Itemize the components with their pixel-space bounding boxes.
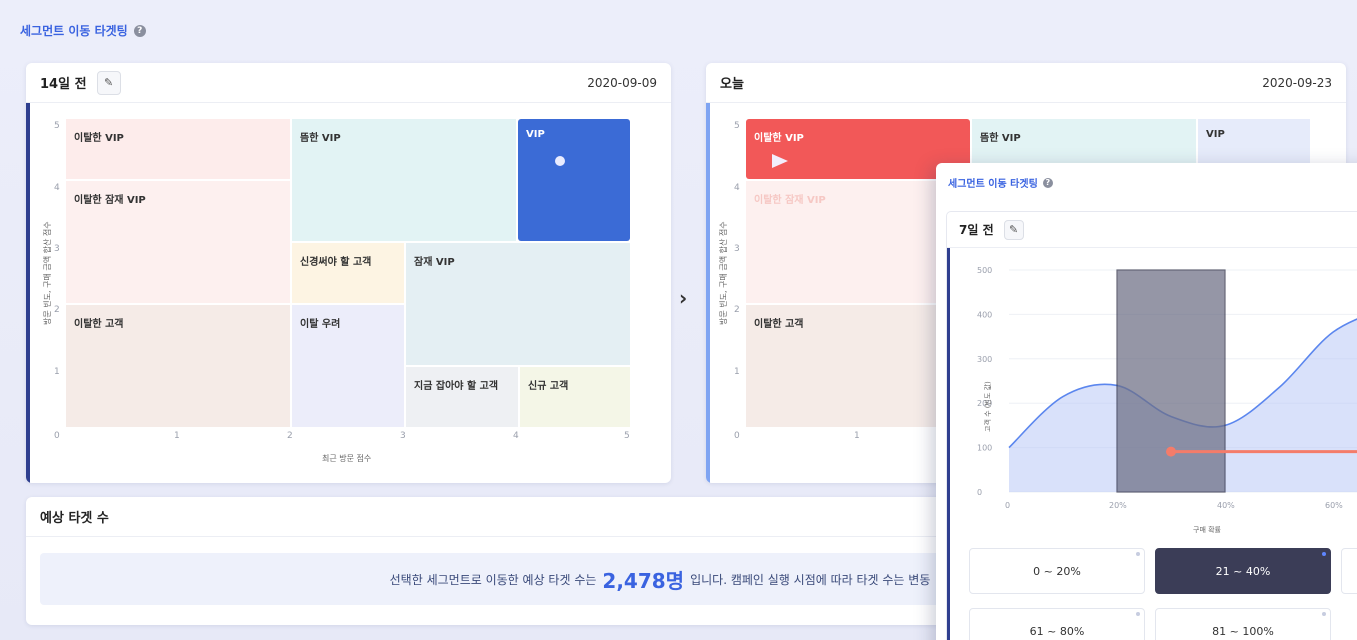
x-tick: 1 xyxy=(854,431,860,441)
y-tick: 0 xyxy=(977,488,982,497)
x-axis-label: 최근 방문 점수 xyxy=(322,454,372,463)
y-tick: 2 xyxy=(734,305,740,315)
y-tick: 1 xyxy=(54,367,60,377)
x-axis-label: 구매 확률 xyxy=(1193,526,1221,534)
highlight-bar xyxy=(1116,269,1226,493)
y-tick: 5 xyxy=(54,121,60,131)
after-panel-title: 오늘 xyxy=(720,77,744,92)
connector-dot xyxy=(1166,446,1176,457)
y-tick: 400 xyxy=(977,310,992,319)
y-axis-label: 방문 빈도, 구매 금액 합산 점수 xyxy=(719,221,728,325)
before-panel-date: 2020-09-09 xyxy=(587,75,657,90)
segment-churned-vip[interactable]: 이탈한 VIP xyxy=(66,119,290,179)
before-panel-header: 14일 전 ✎ 2020-09-09 xyxy=(26,63,671,103)
range-button-partial[interactable] xyxy=(1341,548,1357,594)
segment-potential-vip[interactable]: 잠재 VIP xyxy=(406,243,630,365)
segment-churned-potential-vip[interactable]: 이탈한 잠재 VIP xyxy=(66,181,290,303)
page-title: 세그먼트 이동 타겟팅 ? xyxy=(20,22,146,39)
range-dot xyxy=(1136,612,1140,616)
after-panel-date: 2020-09-23 xyxy=(1262,75,1332,90)
x-tick: 20% xyxy=(1109,501,1127,510)
x-tick: 5 xyxy=(624,431,630,441)
x-tick: 1 xyxy=(174,431,180,441)
x-tick: 3 xyxy=(400,431,406,441)
segment-churned-customer[interactable]: 이탈한 고객 xyxy=(66,305,290,427)
help-icon[interactable]: ? xyxy=(133,24,146,37)
expected-target-suffix: 입니다. 캠페인 실행 시점에 따라 타겟 수는 변동 xyxy=(690,572,931,587)
y-tick: 300 xyxy=(977,355,992,364)
pencil-icon: ✎ xyxy=(1009,223,1019,236)
expected-target-count: 2,478명 xyxy=(602,568,685,593)
range-button-21-40[interactable]: 21 ~ 40% xyxy=(1155,548,1331,594)
segment-move-arrow xyxy=(555,154,788,168)
x-tick: 60% xyxy=(1325,501,1343,510)
popup-panel-title: 7일 전 xyxy=(959,223,994,237)
help-icon[interactable]: ? xyxy=(1042,177,1053,188)
segment-churn-risk[interactable]: 이탈 우려 xyxy=(292,305,404,427)
before-panel: 14일 전 ✎ 2020-09-09 5 4 3 2 1 0 방문 빈도, 구매… xyxy=(26,63,671,483)
range-button-0-20[interactable]: 0 ~ 20% xyxy=(969,548,1145,594)
y-axis-label: 고객 수 (빈도 값) xyxy=(984,381,992,432)
x-tick: 40% xyxy=(1217,501,1235,510)
x-tick: 2 xyxy=(287,431,293,441)
y-tick: 4 xyxy=(734,183,740,193)
pencil-icon: ✎ xyxy=(103,76,114,89)
before-panel-title: 14일 전 xyxy=(40,77,87,92)
popup-panel: 7일 전 ✎ 0 100 200 300 400 500 20% 40% 60% 0 고객 수 (… xyxy=(946,211,1357,640)
y-tick: 100 xyxy=(977,444,992,453)
range-dot xyxy=(1136,552,1140,556)
y-tick: 5 xyxy=(734,121,740,131)
segment-attention-needed[interactable]: 신경써야 할 고객 xyxy=(292,243,404,303)
popup-title: 세그먼트 이동 타겟팅 ? xyxy=(948,175,1053,190)
page-title-text: 세그먼트 이동 타겟팅 xyxy=(20,24,128,38)
x-tick: 4 xyxy=(513,431,519,441)
y-tick: 3 xyxy=(734,244,740,254)
y-tick: 1 xyxy=(734,367,740,377)
y-axis-label: 방문 빈도, 구매 금액 합산 점수 xyxy=(43,221,52,325)
edit-period-button[interactable]: ✎ xyxy=(1003,219,1024,240)
y-tick: 2 xyxy=(54,305,60,315)
y-tick: 4 xyxy=(54,183,60,193)
popup-panel-header: 7일 전 ✎ xyxy=(947,212,1357,248)
edit-period-button[interactable]: ✎ xyxy=(96,70,121,95)
purchase-probability-chart: 010020030040050020% 40% 60%0 xyxy=(977,266,1357,510)
y-tick: 500 xyxy=(977,266,992,275)
segment-new-customer[interactable]: 신규 고객 xyxy=(520,367,630,427)
next-arrow-icon[interactable]: › xyxy=(679,286,687,310)
y-tick: 0 xyxy=(734,431,740,441)
x-tick: 0 xyxy=(1005,501,1010,510)
segment-dormant-vip[interactable]: 뜸한 VIP xyxy=(292,119,516,241)
segment-targeting-popup: 세그먼트 이동 타겟팅 ? 7일 전 ✎ 0 100 200 300 400 500 20%… xyxy=(936,163,1357,640)
expected-target-prefix: 선택한 세그먼트로 이동한 예상 타겟 수는 xyxy=(389,572,597,587)
popup-title-text: 세그먼트 이동 타겟팅 xyxy=(948,179,1038,190)
range-dot xyxy=(1322,612,1326,616)
range-button-81-100[interactable]: 81 ~ 100% xyxy=(1155,608,1331,640)
left-accent-bar xyxy=(26,103,30,483)
y-tick: 3 xyxy=(54,244,60,254)
segment-must-retain[interactable]: 지금 잡아야 할 고객 xyxy=(406,367,518,427)
range-button-61-80[interactable]: 61 ~ 80% xyxy=(969,608,1145,640)
range-dot xyxy=(1322,552,1326,556)
y-tick: 0 xyxy=(54,431,60,441)
after-panel-header: 오늘 2020-09-23 xyxy=(706,63,1346,103)
expected-target-title: 예상 타겟 수 xyxy=(40,511,109,526)
segment-vip[interactable]: VIP xyxy=(518,119,630,241)
